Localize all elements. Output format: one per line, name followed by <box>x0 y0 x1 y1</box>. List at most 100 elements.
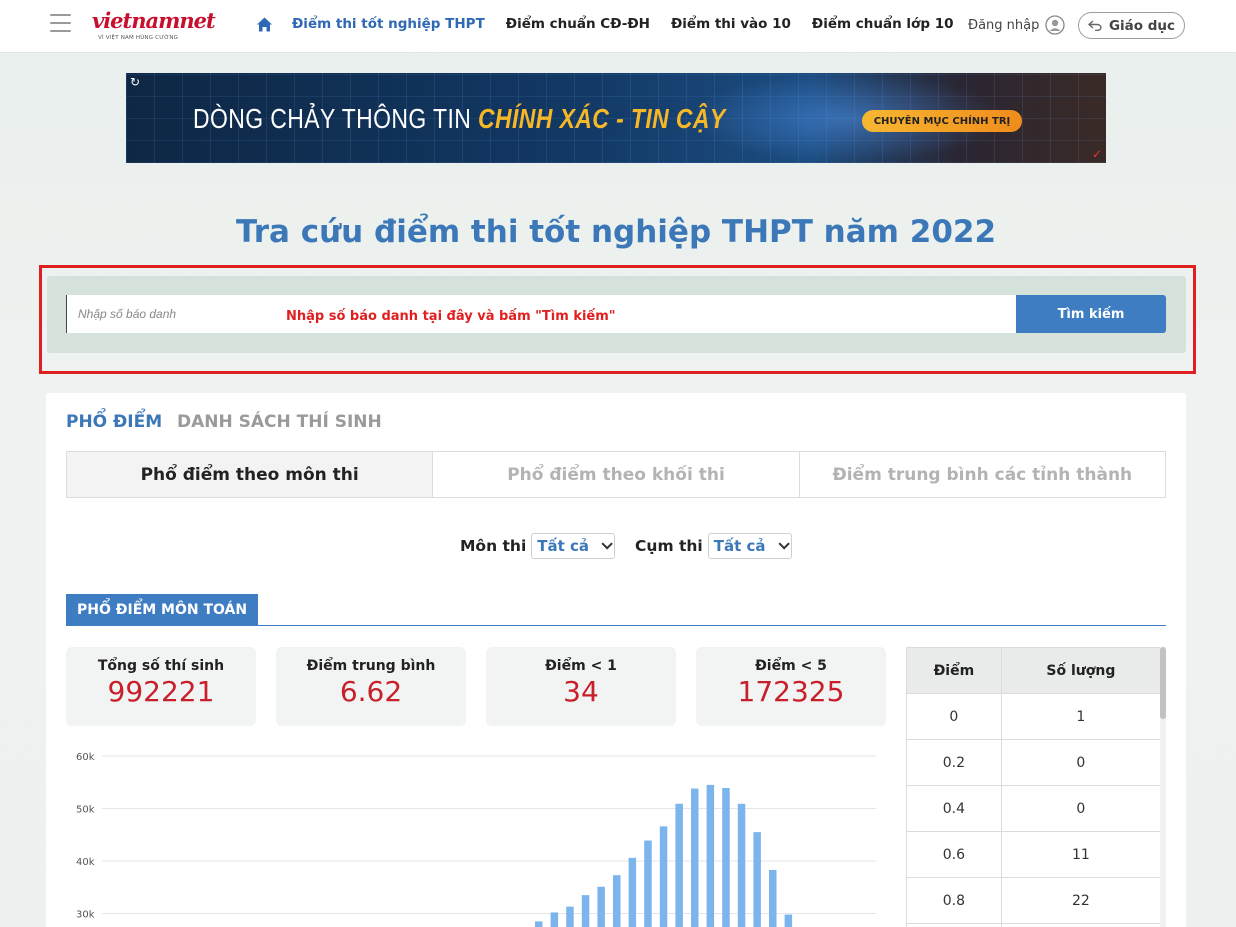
chart-bar[interactable] <box>644 840 652 927</box>
score-cell <box>906 923 1002 927</box>
education-section-button[interactable]: Giáo dục <box>1078 12 1185 39</box>
y-tick-label: 40k <box>76 857 95 868</box>
logo-tagline: VÌ VIỆT NAM HÙNG CƯỜNG <box>98 35 179 41</box>
score-distribution-chart: 60k 50k 40k 30k <box>76 752 876 927</box>
subject-select[interactable]: Tất cả <box>531 533 616 559</box>
stat-label: Điểm < 1 <box>545 658 617 674</box>
stat-average-score: Điểm trung bình 6.62 <box>276 647 466 726</box>
chart-bar[interactable] <box>550 912 559 927</box>
chart-bar[interactable] <box>753 832 761 927</box>
education-button-label: Giáo dục <box>1108 17 1176 34</box>
chart-bar[interactable] <box>597 886 605 927</box>
stat-value: 992221 <box>107 675 215 708</box>
advertisement-banner[interactable]: ↻ DÒNG CHẢY THÔNG TIN CHÍNH XÁC - TIN CẬ… <box>126 73 1106 163</box>
filters: Môn thi Tất cả Cụm thi Tất cả <box>460 533 792 559</box>
section-header: PHỔ ĐIỂM MÔN TOÁN <box>66 594 1166 626</box>
count-cell <box>1000 923 1162 927</box>
logo-wordmark: vietnamnet <box>92 8 216 33</box>
stat-label: Điểm < 5 <box>755 658 827 674</box>
subtab-by-block[interactable]: Phổ điểm theo khối thi <box>433 452 800 497</box>
nav-item-university-cutoff[interactable]: Điểm chuẩn CĐ-ĐH <box>506 16 650 32</box>
main-nav: Điểm thi tốt nghiệp THPT Điểm chuẩn CĐ-Đ… <box>292 16 953 32</box>
count-cell: 1 <box>1000 693 1162 740</box>
table-header-count: Số lượng <box>1000 647 1162 694</box>
home-icon[interactable] <box>256 16 273 33</box>
y-tick-label: 60k <box>76 752 95 763</box>
scrollbar-thumb[interactable] <box>1160 647 1166 719</box>
chart-bar[interactable] <box>581 895 590 927</box>
count-cell: 0 <box>1000 739 1162 786</box>
login-label: Đăng nhập <box>968 17 1040 33</box>
chart-bar[interactable] <box>628 857 637 927</box>
score-cell: 0.4 <box>906 785 1002 832</box>
chart-bar[interactable] <box>706 784 715 927</box>
stat-value: 172325 <box>737 675 845 708</box>
stat-below-5: Điểm < 5 172325 <box>696 647 886 726</box>
sub-tabs: Phổ điểm theo môn thi Phổ điểm theo khối… <box>66 451 1166 498</box>
back-arrow-icon <box>1087 20 1102 31</box>
chart-bar[interactable] <box>566 906 574 927</box>
table-row: 01 <box>906 693 1162 740</box>
score-cell: 0.6 <box>906 831 1002 878</box>
banner-text-highlight: CHÍNH XÁC - TIN CẬY <box>478 103 726 134</box>
chevron-down-icon <box>777 538 790 550</box>
table-row: 0.4 0 <box>906 785 1162 832</box>
search-button[interactable]: Tìm kiếm <box>1016 295 1166 333</box>
table-row: 0.8 22 <box>906 877 1162 924</box>
count-cell: 22 <box>1000 877 1162 924</box>
y-tick-label: 30k <box>76 910 95 921</box>
score-cell: 0.2 <box>906 739 1002 786</box>
table-row: 0.6 11 <box>906 831 1162 878</box>
chart-bar[interactable] <box>659 826 668 927</box>
score-cell: 0.8 <box>906 877 1002 924</box>
cluster-filter-label: Cụm thi <box>635 537 703 555</box>
banner-check-icon: ✓ <box>1091 147 1102 161</box>
table-row: 0.2 0 <box>906 739 1162 786</box>
chart-bar[interactable] <box>535 921 543 927</box>
nav-item-thpt-scores[interactable]: Điểm thi tốt nghiệp THPT <box>292 16 485 32</box>
stat-value: 6.62 <box>339 675 403 708</box>
top-navigation-bar: vietnamnet VÌ VIỆT NAM HÙNG CƯỜNG Điểm t… <box>0 0 1236 53</box>
chart-bar[interactable] <box>691 788 699 927</box>
table-header-score: Điểm <box>906 647 1002 694</box>
stat-label: Điểm trung bình <box>306 658 436 674</box>
table-row <box>906 923 1162 927</box>
y-tick-label: 50k <box>76 805 95 816</box>
table-scrollbar[interactable] <box>1160 647 1166 927</box>
subtab-by-subject[interactable]: Phổ điểm theo môn thi <box>67 452 434 497</box>
login-link[interactable]: Đăng nhập <box>968 15 1066 35</box>
section-title: PHỔ ĐIỂM MÔN TOÁN <box>66 594 259 625</box>
chevron-down-icon <box>601 538 613 550</box>
chart-bar[interactable] <box>784 914 793 927</box>
banner-cta-button[interactable]: CHUYÊN MỤC CHÍNH TRỊ <box>862 110 1022 132</box>
stat-label: Tổng số thí sinh <box>97 658 225 674</box>
subtab-province-average[interactable]: Điểm trung bình các tỉnh thành <box>799 452 1165 497</box>
tab-candidate-list[interactable]: DANH SÁCH THÍ SINH <box>177 412 382 432</box>
user-icon <box>1045 15 1066 35</box>
score-count-table: Điểm Số lượng 01 0.2 0 0.4 0 0.6 11 0.8 22 <box>906 647 1162 927</box>
chart-bar[interactable] <box>675 803 683 927</box>
count-cell: 0 <box>1000 785 1162 832</box>
tab-score-distribution[interactable]: PHỔ ĐIỂM <box>66 412 162 432</box>
search-hint: Nhập số báo danh tại đây và bấm "Tìm kiế… <box>286 309 616 324</box>
chart-bar[interactable] <box>722 788 730 927</box>
chart-bar[interactable] <box>737 803 746 927</box>
page-title: Tra cứu điểm thi tốt nghiệp THPT năm 202… <box>235 214 997 250</box>
stat-total-candidates: Tổng số thí sinh 992221 <box>66 647 256 726</box>
stat-below-1: Điểm < 1 34 <box>486 647 676 726</box>
stat-value: 34 <box>563 675 599 708</box>
cluster-select[interactable]: Tất cả <box>707 533 792 559</box>
count-cell: 11 <box>1000 831 1162 878</box>
chart-bar[interactable] <box>613 875 621 927</box>
subject-select-value: Tất cả <box>537 537 590 555</box>
refresh-icon: ↻ <box>130 75 141 89</box>
cluster-select-value: Tất cả <box>713 537 766 555</box>
banner-headline: DÒNG CHẢY THÔNG TIN CHÍNH XÁC - TIN CẬY <box>193 103 726 135</box>
menu-icon[interactable] <box>50 14 71 32</box>
nav-item-grade10-scores[interactable]: Điểm thi vào 10 <box>671 16 791 32</box>
chart-bar[interactable] <box>769 869 777 927</box>
vietnamnet-logo[interactable]: vietnamnet VÌ VIỆT NAM HÙNG CƯỜNG <box>92 8 216 46</box>
score-cell: 0 <box>906 693 1002 740</box>
nav-item-grade10-cutoff[interactable]: Điểm chuẩn lớp 10 <box>812 16 954 32</box>
banner-text-plain: DÒNG CHẢY THÔNG TIN <box>193 103 472 134</box>
